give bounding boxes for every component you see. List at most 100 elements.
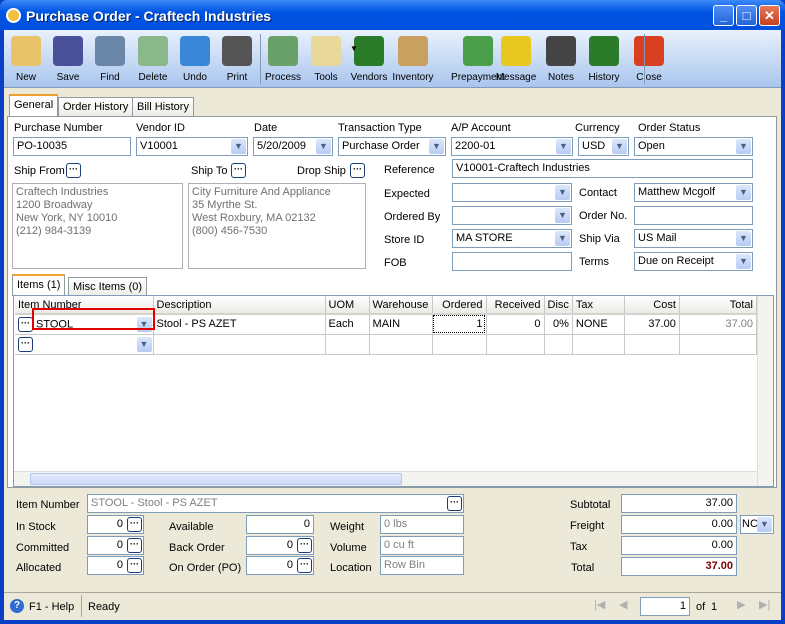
prev-page-icon[interactable]: ◀ — [619, 598, 627, 611]
drop-ship-lookup-button[interactable]: ··· — [350, 163, 365, 178]
cell-tax[interactable]: NONE — [572, 314, 625, 335]
column-header[interactable]: Ordered — [432, 296, 487, 315]
freight-input[interactable]: 0.00 — [621, 515, 737, 534]
toolbar-undo-button[interactable]: Undo — [173, 34, 217, 83]
chevron-down-icon[interactable]: ▼ — [736, 139, 751, 154]
empty-cell[interactable] — [153, 334, 326, 355]
details-lookup-button[interactable]: ··· — [297, 537, 312, 553]
details-lookup-button[interactable]: ··· — [127, 558, 142, 573]
cell-disc[interactable]: 0% — [544, 314, 573, 335]
chevron-down-icon[interactable]: ▼ — [231, 139, 246, 154]
chevron-down-icon[interactable]: ▼ — [555, 208, 570, 223]
minimize-button[interactable]: _ — [713, 5, 734, 26]
details-lookup-button[interactable]: ··· — [127, 517, 142, 532]
empty-cell[interactable] — [572, 334, 625, 355]
column-header[interactable]: Warehouse — [369, 296, 433, 315]
maximize-button[interactable]: □ — [736, 5, 757, 26]
empty-cell[interactable] — [369, 334, 433, 355]
purchase-number-input[interactable]: PO-10035 — [13, 137, 131, 156]
column-header[interactable]: Tax — [572, 296, 625, 315]
vendor-id-select[interactable]: V10001 ▼ — [136, 137, 248, 156]
ship-from-address[interactable]: Craftech Industries 1200 Broadway New Yo… — [12, 183, 183, 269]
empty-cell[interactable] — [432, 334, 487, 355]
grid-vertical-scrollbar[interactable] — [757, 296, 773, 486]
item-number-info-input[interactable]: STOOL - Stool - PS AZET ··· — [87, 494, 464, 513]
first-page-icon[interactable]: |◀ — [594, 598, 605, 611]
chevron-down-icon[interactable]: ▼ — [136, 336, 152, 352]
close-window-button[interactable]: ✕ — [759, 5, 780, 26]
tools-dropdown-icon[interactable]: ▼ — [350, 44, 358, 53]
ship-to-address[interactable]: City Furniture And Appliance 35 Myrthe S… — [188, 183, 366, 269]
cell-description[interactable]: Stool - PS AZET — [153, 314, 326, 335]
empty-cell[interactable] — [679, 334, 758, 355]
toolbar-notes-button[interactable]: Notes — [539, 34, 583, 83]
tab-order-history[interactable]: Order History — [58, 97, 134, 117]
cell-ordered[interactable]: 1 — [432, 314, 487, 335]
column-header[interactable]: Cost — [624, 296, 680, 315]
date-picker[interactable]: 5/20/2009 ▼ — [253, 137, 333, 156]
currency-select[interactable]: USD ▼ — [578, 137, 629, 156]
cell-warehouse[interactable]: MAIN — [369, 314, 433, 335]
column-header[interactable]: Disc — [544, 296, 573, 315]
tab-general[interactable]: General — [9, 94, 59, 116]
order-status-select[interactable]: Open ▼ — [634, 137, 753, 156]
chevron-down-icon[interactable]: ▼ — [757, 517, 772, 532]
empty-cell[interactable] — [624, 334, 680, 355]
next-page-icon[interactable]: ▶ — [737, 598, 745, 611]
details-lookup-button[interactable]: ··· — [297, 558, 312, 573]
cell-total[interactable]: 37.00 — [679, 314, 758, 335]
chevron-down-icon[interactable]: ▼ — [316, 139, 331, 154]
grid-horizontal-scrollbar[interactable] — [14, 471, 757, 486]
cell-uom[interactable]: Each — [325, 314, 370, 335]
ordered-by-select[interactable]: ▼ — [452, 206, 572, 225]
row-lookup-button[interactable]: ··· — [18, 336, 33, 352]
toolbar-find-button[interactable]: Find — [88, 34, 132, 83]
empty-cell[interactable] — [325, 334, 370, 355]
last-page-icon[interactable]: ▶| — [759, 598, 770, 611]
chevron-down-icon[interactable]: ▼ — [555, 231, 570, 246]
empty-cell[interactable] — [544, 334, 573, 355]
column-header[interactable]: UOM — [325, 296, 370, 315]
chevron-down-icon[interactable]: ▼ — [555, 185, 570, 200]
tab-bill-history[interactable]: Bill History — [132, 97, 194, 117]
column-header[interactable]: Description — [153, 296, 326, 315]
toolbar-vendors-button[interactable]: Vendors — [347, 34, 391, 83]
toolbar-message-button[interactable]: Message — [494, 34, 538, 83]
item-lookup-button[interactable]: ··· — [447, 496, 462, 511]
row-lookup-button[interactable]: ··· — [18, 316, 33, 332]
chevron-down-icon[interactable]: ▼ — [429, 139, 444, 154]
empty-cell[interactable] — [486, 334, 545, 355]
scrollbar-thumb[interactable] — [30, 473, 402, 485]
column-header[interactable]: Received — [486, 296, 545, 315]
ship-to-lookup-button[interactable]: ··· — [231, 163, 246, 178]
freight-code-select[interactable]: NC ▼ — [740, 515, 774, 534]
toolbar-tools-button[interactable]: Tools — [304, 34, 348, 83]
terms-select[interactable]: Due on Receipt ▼ — [634, 252, 753, 271]
toolbar-delete-button[interactable]: Delete — [131, 34, 175, 83]
order-no-input[interactable] — [634, 206, 753, 225]
page-input[interactable]: 1 — [640, 597, 690, 616]
table-row-new[interactable]: ··· ▼ — [15, 334, 758, 355]
details-lookup-button[interactable]: ··· — [127, 537, 142, 553]
ap-account-select[interactable]: 2200-01 ▼ — [451, 137, 573, 156]
tab-items[interactable]: Items (1) — [12, 274, 66, 296]
transaction-type-select[interactable]: Purchase Order ▼ — [338, 137, 446, 156]
tab-misc-items[interactable]: Misc Items (0) — [68, 277, 148, 297]
chevron-down-icon[interactable]: ▼ — [736, 185, 751, 200]
empty-cell[interactable]: ··· ▼ — [15, 334, 154, 355]
cell-cost[interactable]: 37.00 — [624, 314, 680, 335]
store-id-select[interactable]: MA STORE ▼ — [452, 229, 572, 248]
chevron-down-icon[interactable]: ▼ — [612, 139, 627, 154]
cell-received[interactable]: 0 — [486, 314, 545, 335]
reference-input[interactable]: V10001-Craftech Industries — [452, 159, 753, 178]
toolbar-history-button[interactable]: History — [582, 34, 626, 83]
expected-date-picker[interactable]: ▼ — [452, 183, 572, 202]
column-header[interactable]: Total — [679, 296, 758, 315]
fob-input[interactable] — [452, 252, 572, 271]
contact-select[interactable]: Matthew Mcgolf ▼ — [634, 183, 753, 202]
toolbar-close-button[interactable]: Close — [627, 34, 671, 83]
toolbar-inventory-button[interactable]: Inventory — [391, 34, 435, 83]
ship-from-lookup-button[interactable]: ··· — [66, 163, 81, 178]
toolbar-process-button[interactable]: Process — [261, 34, 305, 83]
chevron-down-icon[interactable]: ▼ — [736, 231, 751, 246]
